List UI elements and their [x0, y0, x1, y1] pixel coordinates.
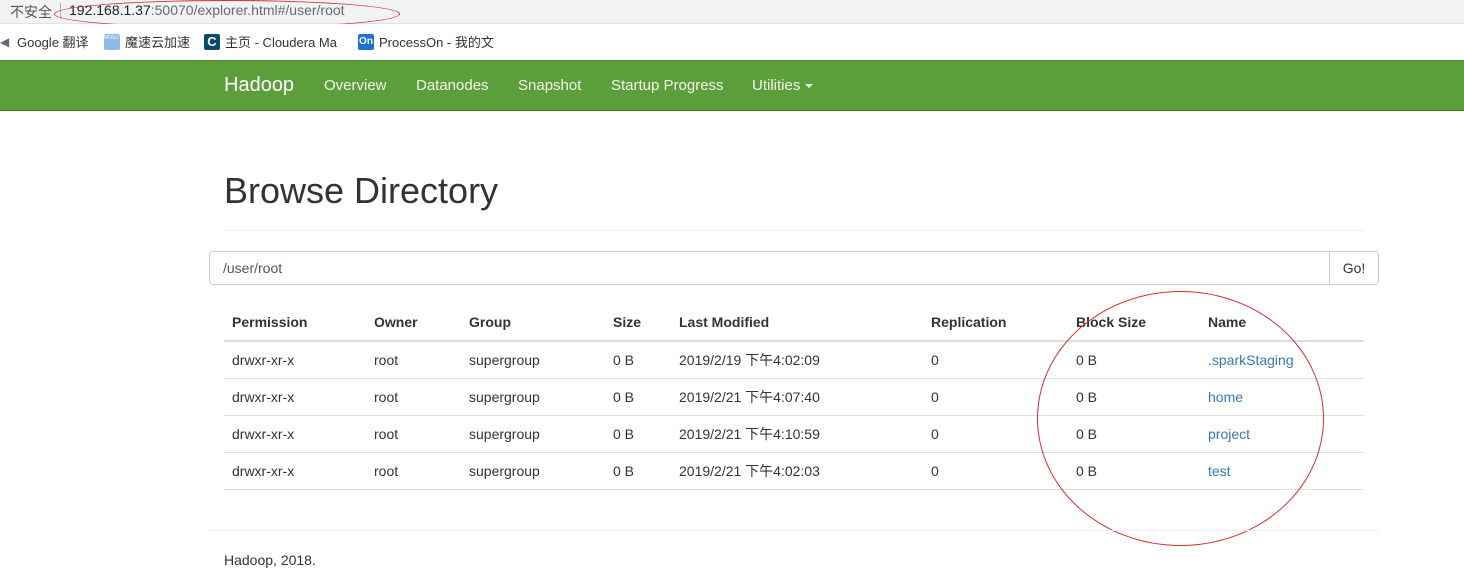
- bookmark-label: ProcessOn - 我的文: [379, 35, 494, 50]
- cell-group: supergroup: [461, 341, 605, 379]
- nav-datanodes[interactable]: Datanodes: [416, 77, 489, 94]
- cell-permission: drwxr-xr-x: [224, 452, 366, 490]
- col-last-modified[interactable]: Last Modified: [671, 304, 923, 342]
- col-group[interactable]: Group: [461, 304, 605, 342]
- cell-block-size: 0 B: [1068, 378, 1200, 416]
- nav-utilities-dropdown[interactable]: Utilities: [752, 77, 814, 94]
- google-translate-icon: ◀: [0, 34, 10, 49]
- entry-link[interactable]: .sparkStaging: [1208, 352, 1294, 368]
- navbar-brand[interactable]: Hadoop: [224, 74, 294, 97]
- cell-replication: 0: [923, 415, 1068, 453]
- cell-owner: root: [366, 341, 461, 379]
- page-title: Browse Directory: [224, 170, 499, 211]
- cell-replication: 0: [923, 341, 1068, 379]
- table-row: drwxr-xr-x root supergroup 0 B 2019/2/21…: [224, 378, 1364, 416]
- cell-owner: root: [366, 415, 461, 453]
- nav-utilities-label: Utilities: [752, 77, 801, 94]
- cell-permission: drwxr-xr-x: [224, 378, 366, 416]
- entry-link[interactable]: home: [1208, 389, 1243, 405]
- cell-block-size: 0 B: [1068, 341, 1200, 379]
- bookmark-processon[interactable]: On ProcessOn - 我的文: [358, 32, 494, 52]
- cell-group: supergroup: [461, 378, 605, 416]
- mosu-icon: MOSU 魔速: [104, 33, 130, 50]
- cell-name: test: [1200, 452, 1364, 490]
- table-row: drwxr-xr-x root supergroup 0 B 2019/2/21…: [224, 452, 1364, 490]
- cloudera-icon: C: [204, 33, 220, 50]
- cell-group: supergroup: [461, 452, 605, 490]
- cell-replication: 0: [923, 452, 1068, 490]
- col-permission[interactable]: Permission: [224, 304, 366, 342]
- cell-name: home: [1200, 378, 1364, 416]
- col-block-size[interactable]: Block Size: [1068, 304, 1200, 342]
- cell-name: .sparkStaging: [1200, 341, 1364, 379]
- footer-divider: [209, 530, 1379, 531]
- entry-link[interactable]: project: [1208, 426, 1250, 442]
- cell-last-modified: 2019/2/19 下午4:02:09: [671, 341, 923, 379]
- go-button[interactable]: Go!: [1329, 251, 1379, 285]
- bookmark-label: 主页 - Cloudera Ma: [225, 35, 337, 50]
- nav-startup-progress[interactable]: Startup Progress: [611, 77, 724, 94]
- footer-text: Hadoop, 2018.: [224, 552, 316, 568]
- cell-last-modified: 2019/2/21 下午4:10:59: [671, 415, 923, 453]
- col-replication[interactable]: Replication: [923, 304, 1068, 342]
- processon-icon: On: [358, 33, 374, 50]
- table-row: drwxr-xr-x root supergroup 0 B 2019/2/19…: [224, 341, 1364, 379]
- bookmark-mosu[interactable]: MOSU 魔速魔速云加速: [104, 32, 190, 52]
- entry-link[interactable]: test: [1208, 463, 1231, 479]
- cell-block-size: 0 B: [1068, 415, 1200, 453]
- col-size[interactable]: Size: [605, 304, 671, 342]
- cell-name: project: [1200, 415, 1364, 453]
- bookmark-label: 魔速云加速: [125, 35, 191, 50]
- bookmark-cloudera[interactable]: C 主页 - Cloudera Ma: [204, 32, 340, 52]
- cell-permission: drwxr-xr-x: [224, 415, 366, 453]
- nav-overview[interactable]: Overview: [324, 77, 387, 94]
- cell-permission: drwxr-xr-x: [224, 341, 366, 379]
- bookmark-label: Google 翻译: [17, 35, 89, 50]
- cell-replication: 0: [923, 378, 1068, 416]
- security-indicator[interactable]: 不安全: [10, 2, 52, 22]
- col-name[interactable]: Name: [1200, 304, 1364, 342]
- bookmarks-bar: ◀ Google 翻译 MOSU 魔速魔速云加速 C 主页 - Cloudera M…: [0, 24, 1464, 60]
- cell-last-modified: 2019/2/21 下午4:02:03: [671, 452, 923, 490]
- cell-size: 0 B: [605, 452, 671, 490]
- cell-group: supergroup: [461, 415, 605, 453]
- nav-snapshot[interactable]: Snapshot: [518, 77, 581, 94]
- header-divider: [224, 230, 1364, 231]
- cell-size: 0 B: [605, 415, 671, 453]
- navbar: Hadoop Overview Datanodes Snapshot Start…: [0, 60, 1464, 111]
- cell-size: 0 B: [605, 341, 671, 379]
- caret-down-icon: [805, 84, 814, 89]
- bookmark-google-translate[interactable]: ◀ Google 翻译: [0, 32, 89, 52]
- cell-last-modified: 2019/2/21 下午4:07:40: [671, 378, 923, 416]
- directory-path-input[interactable]: [209, 251, 1330, 285]
- directory-table: Permission Owner Group Size Last Modifie…: [224, 304, 1364, 490]
- cell-owner: root: [366, 378, 461, 416]
- cell-block-size: 0 B: [1068, 452, 1200, 490]
- table-row: drwxr-xr-x root supergroup 0 B 2019/2/21…: [224, 415, 1364, 453]
- col-owner[interactable]: Owner: [366, 304, 461, 342]
- cell-owner: root: [366, 452, 461, 490]
- table-header-row: Permission Owner Group Size Last Modifie…: [224, 304, 1364, 342]
- address-bar[interactable]: 不安全 192.168.1.37:50070/explorer.html#/us…: [0, 0, 1464, 28]
- cell-size: 0 B: [605, 378, 671, 416]
